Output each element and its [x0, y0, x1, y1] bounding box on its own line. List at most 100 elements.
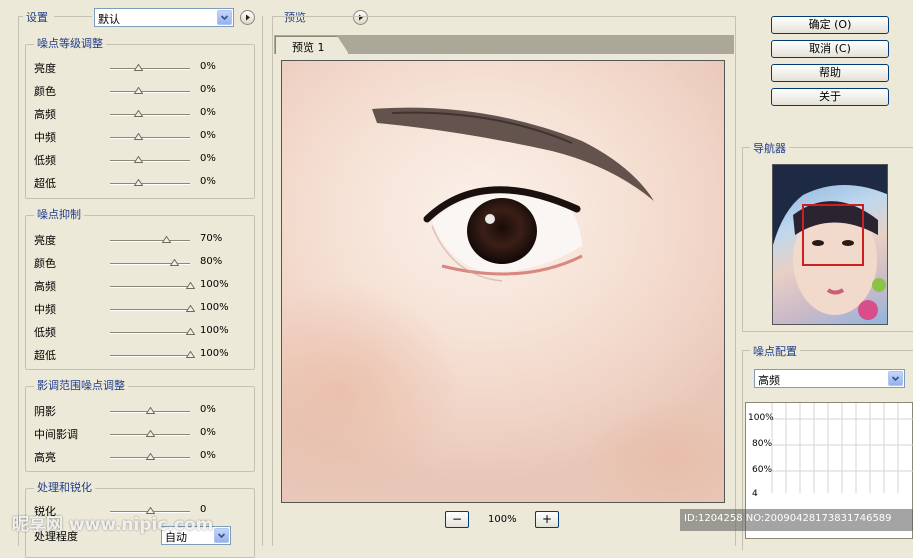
- slider-thumb[interactable]: [146, 407, 155, 414]
- slider-row: 亮度 0%: [26, 59, 256, 75]
- slider-row: 高频 0%: [26, 105, 256, 121]
- slider-thumb[interactable]: [170, 259, 179, 266]
- slider-label: 超低: [34, 349, 56, 362]
- profile-ytick-100: 100%: [748, 413, 774, 423]
- slider-label: 亮度: [34, 234, 56, 247]
- slider-row: 超低 100%: [26, 346, 256, 362]
- slider-row: 中频 0%: [26, 128, 256, 144]
- chevron-down-icon: [888, 371, 903, 386]
- slider-track[interactable]: [110, 309, 190, 311]
- slider-thumb[interactable]: [186, 328, 195, 335]
- slider-value: 0%: [200, 176, 216, 187]
- slider-row: 低频 100%: [26, 323, 256, 339]
- slider-value: 0%: [200, 107, 216, 118]
- slider-value: 0%: [200, 84, 216, 95]
- noise-profile-label: 噪点配置: [750, 343, 800, 359]
- slider-thumb[interactable]: [186, 351, 195, 358]
- slider-track[interactable]: [110, 355, 190, 357]
- ok-button[interactable]: 确定 (O): [771, 16, 889, 34]
- slider-value: 100%: [200, 325, 229, 336]
- watermark-id-bar: ID:1204258 NO:20090428173831746589: [680, 509, 913, 531]
- slider-label: 颜色: [34, 257, 56, 270]
- slider-value: 0%: [200, 61, 216, 72]
- slider-row: 中频 100%: [26, 300, 256, 316]
- slider-thumb[interactable]: [146, 453, 155, 460]
- noise-level-group: 噪点等级调整 亮度 0% 颜色 0% 高频 0% 中频 0% 低频 0% 超低 0%: [25, 37, 256, 199]
- plus-icon: +: [541, 512, 553, 526]
- preview-image[interactable]: [281, 60, 725, 503]
- slider-value: 0%: [200, 153, 216, 164]
- slider-thumb[interactable]: [186, 282, 195, 289]
- slider-row: 中间影调 0%: [26, 425, 256, 441]
- slider-track[interactable]: [110, 91, 190, 93]
- chevron-down-icon: [214, 528, 229, 543]
- slider-label: 高亮: [34, 451, 56, 464]
- slider-label: 低频: [34, 154, 56, 167]
- slider-value: 100%: [200, 279, 229, 290]
- tone-range-group: 影调范围噪点调整 阴影 0% 中间影调 0% 高亮 0%: [25, 379, 256, 472]
- help-button[interactable]: 帮助: [771, 64, 889, 82]
- slider-row: 高亮 0%: [26, 448, 256, 464]
- slider-value: 0%: [200, 404, 216, 415]
- watermark-logo: 昵享网 www.nipic.com: [12, 515, 214, 535]
- navigator-label: 导航器: [750, 140, 789, 156]
- slider-row: 阴影 0%: [26, 402, 256, 418]
- slider-label: 低频: [34, 326, 56, 339]
- slider-value: 80%: [200, 256, 223, 267]
- slider-row: 超低 0%: [26, 174, 256, 190]
- slider-thumb[interactable]: [134, 156, 143, 163]
- slider-track[interactable]: [110, 332, 190, 334]
- profile-ytick-60: 60%: [752, 465, 773, 475]
- slider-row: 亮度 70%: [26, 231, 256, 247]
- minus-icon: −: [451, 512, 463, 526]
- slider-thumb[interactable]: [134, 179, 143, 186]
- navigator-thumbnail[interactable]: [772, 164, 888, 325]
- noise-profile-select-value: 高频: [758, 374, 780, 387]
- slider-track[interactable]: [110, 68, 190, 70]
- slider-thumb[interactable]: [186, 305, 195, 312]
- slider-track[interactable]: [110, 114, 190, 116]
- slider-row: 低频 0%: [26, 151, 256, 167]
- cancel-button[interactable]: 取消 (C): [771, 40, 889, 58]
- slider-thumb[interactable]: [134, 110, 143, 117]
- tone-range-group-title: 影调范围噪点调整: [34, 379, 128, 393]
- slider-thumb[interactable]: [162, 236, 171, 243]
- slider-track[interactable]: [110, 240, 190, 242]
- zoom-out-button[interactable]: −: [445, 511, 469, 528]
- slider-thumb[interactable]: [134, 133, 143, 140]
- navigator-view-rect[interactable]: [802, 204, 864, 266]
- zoom-in-button[interactable]: +: [535, 511, 559, 528]
- noise-level-group-title: 噪点等级调整: [34, 37, 106, 51]
- slider-track[interactable]: [110, 137, 190, 139]
- watermark-id: ID:1204258 NO:20090428173831746589: [684, 513, 892, 524]
- slider-value: 100%: [200, 302, 229, 313]
- slider-track[interactable]: [110, 183, 190, 185]
- slider-label: 中频: [34, 131, 56, 144]
- slider-label: 颜色: [34, 85, 56, 98]
- slider-row: 高频 100%: [26, 277, 256, 293]
- slider-value: 70%: [200, 233, 223, 244]
- slider-value: 100%: [200, 348, 229, 359]
- noise-reduction-group-title: 噪点抑制: [34, 208, 84, 222]
- zoom-level: 100%: [488, 514, 517, 525]
- slider-track[interactable]: [110, 160, 190, 162]
- slider-thumb[interactable]: [134, 87, 143, 94]
- slider-thumb[interactable]: [146, 430, 155, 437]
- slider-thumb[interactable]: [134, 64, 143, 71]
- profile-ytick-80: 80%: [752, 439, 773, 449]
- tab-preview-1[interactable]: 预览 1: [275, 36, 349, 54]
- slider-row: 颜色 80%: [26, 254, 256, 270]
- slider-value: 0%: [200, 130, 216, 141]
- slider-label: 中频: [34, 303, 56, 316]
- slider-value: 0%: [200, 450, 216, 461]
- about-button[interactable]: 关于: [771, 88, 889, 106]
- sharpen-group-title: 处理和锐化: [34, 481, 95, 495]
- face-photo: [282, 107, 724, 502]
- slider-row: 颜色 0%: [26, 82, 256, 98]
- slider-track[interactable]: [110, 286, 190, 288]
- slider-label: 亮度: [34, 62, 56, 75]
- noise-reduction-group: 噪点抑制 亮度 70% 颜色 80% 高频 100% 中频 100% 低频 100% 超低 100%: [25, 208, 256, 370]
- slider-label: 超低: [34, 177, 56, 190]
- profile-ytick-4: 4: [752, 489, 758, 499]
- noise-profile-select[interactable]: 高频: [754, 369, 905, 388]
